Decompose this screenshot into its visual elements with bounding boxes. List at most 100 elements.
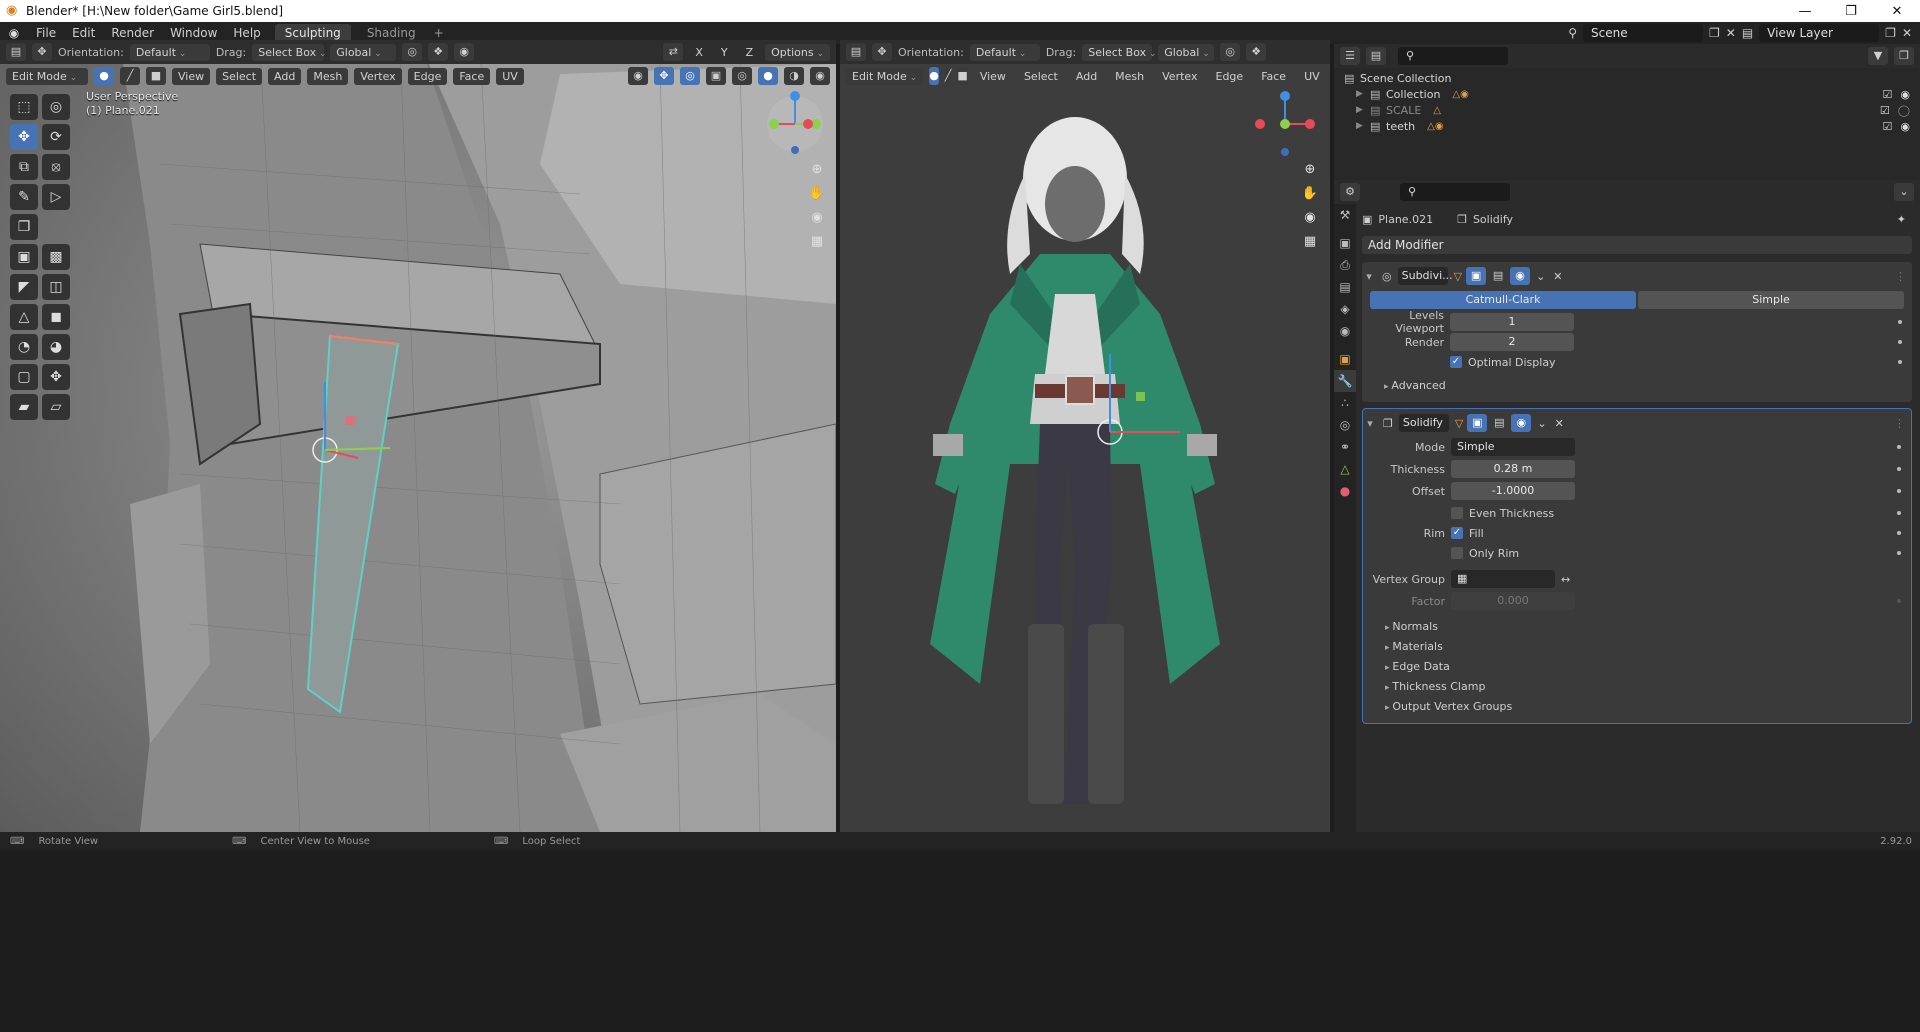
right-transform-orientation-dropdown[interactable]: Global: [1158, 43, 1215, 61]
right-menu-add[interactable]: Add: [1070, 68, 1103, 85]
scene-tab-icon[interactable]: ◈: [1334, 298, 1356, 320]
mirror-z-toggle[interactable]: Z: [740, 44, 760, 61]
move-tool-icon[interactable]: ✥: [10, 124, 38, 150]
close-button[interactable]: ✕: [1874, 4, 1920, 19]
face-select-icon[interactable]: ■: [146, 67, 166, 85]
smooth-tool-icon[interactable]: ◕: [42, 334, 70, 360]
navigation-gizmo[interactable]: [764, 88, 826, 158]
new-collection-icon[interactable]: ❐: [1894, 47, 1914, 65]
show-viewport-icon[interactable]: ▤: [1489, 414, 1510, 432]
physics-tab-icon[interactable]: ◎: [1334, 414, 1356, 436]
right-snap-icon[interactable]: ❖: [1246, 43, 1267, 61]
proportional-edit-icon[interactable]: ◉: [454, 43, 475, 61]
object-tab-icon[interactable]: ▣: [1334, 348, 1356, 370]
shrink-fatten-tool-icon[interactable]: ✥: [42, 364, 70, 390]
thickness-clamp-subpanel[interactable]: Thickness Clamp: [1363, 677, 1911, 697]
maximize-button[interactable]: ❐: [1828, 4, 1874, 19]
xray-toggle-icon[interactable]: ▣: [706, 67, 726, 85]
right-transform-gizmo-icon[interactable]: ✥: [872, 43, 892, 61]
edit-mode-toggle-icon[interactable]: ▽: [1454, 270, 1462, 283]
modifiers-tab-icon[interactable]: 🔧: [1334, 370, 1356, 392]
remove-modifier-icon[interactable]: ✕: [1555, 417, 1564, 430]
transform-gizmo-icon[interactable]: ✥: [32, 43, 52, 61]
outliner-editor-type-icon[interactable]: ☰: [1340, 47, 1360, 65]
blender-menu-icon[interactable]: ◉: [0, 26, 28, 40]
visibility-icon[interactable]: ◉: [628, 67, 648, 85]
offset-field[interactable]: -1.0000: [1451, 482, 1575, 500]
right-mode-dropdown[interactable]: Edit Mode: [846, 67, 924, 85]
expand-arrow-icon[interactable]: ▶: [1356, 89, 1370, 99]
right-navigation-gizmo[interactable]: [1254, 88, 1316, 158]
modifier-menu-icon[interactable]: ⌄: [1536, 270, 1545, 283]
outliner-scene-collection[interactable]: ▤ Scene Collection: [1334, 70, 1920, 86]
show-render-icon[interactable]: ◉: [1511, 414, 1532, 432]
show-render-icon[interactable]: ◉: [1510, 267, 1531, 285]
menu-edit[interactable]: Edit: [64, 26, 103, 40]
vertex-group-field[interactable]: ▦: [1451, 570, 1555, 588]
add-workspace-icon[interactable]: +: [426, 26, 452, 40]
even-thickness-checkbox[interactable]: [1451, 507, 1463, 519]
bevel-tool-icon[interactable]: ◤: [10, 274, 38, 300]
rip-region-tool-icon[interactable]: ▱: [42, 394, 70, 420]
right-menu-vertex[interactable]: Vertex: [1156, 68, 1203, 85]
annotate-tool-icon[interactable]: ✎: [10, 184, 38, 210]
world-tab-icon[interactable]: ◉: [1334, 320, 1356, 342]
subdivision-name-field[interactable]: Subdivi...: [1397, 267, 1453, 285]
data-tab-icon[interactable]: △: [1334, 458, 1356, 480]
keyframe-dot-icon[interactable]: [1897, 511, 1901, 515]
edge-data-subpanel[interactable]: Edge Data: [1363, 657, 1911, 677]
scale-tool-icon[interactable]: ⧉: [10, 154, 38, 180]
spin-tool-icon[interactable]: ◔: [10, 334, 38, 360]
right-orientation-dropdown[interactable]: Default: [969, 43, 1040, 61]
cursor-tool-icon[interactable]: ◎: [42, 94, 70, 120]
levels-viewport-field[interactable]: 1: [1450, 313, 1574, 331]
edge-slide-tool-icon[interactable]: ▢: [10, 364, 38, 390]
properties-search-input[interactable]: ⚲: [1400, 183, 1510, 201]
right-menu-mesh[interactable]: Mesh: [1109, 68, 1150, 85]
visibility-eye-icon[interactable]: ◉: [1900, 120, 1910, 133]
tool-tab-icon[interactable]: ⚒: [1334, 204, 1356, 226]
right-camera-view-icon[interactable]: ◉: [1298, 206, 1322, 230]
inset-tool-icon[interactable]: ▩: [42, 244, 70, 270]
drag-handle-icon[interactable]: ⋮: [1895, 270, 1906, 283]
vertex-select-icon[interactable]: ●: [94, 67, 114, 85]
render-levels-field[interactable]: 2: [1450, 333, 1574, 351]
edge-select-icon[interactable]: ╱: [120, 67, 140, 85]
right-edge-select-icon[interactable]: ╱: [944, 67, 952, 85]
right-ortho-grid-icon[interactable]: ▦: [1298, 230, 1322, 254]
measure-tool-icon[interactable]: ▷: [42, 184, 70, 210]
menu-add[interactable]: Add: [268, 67, 302, 85]
mode-dropdown[interactable]: Edit Mode: [6, 67, 88, 85]
advanced-subpanel[interactable]: Advanced: [1362, 376, 1912, 396]
pin-icon[interactable]: ✦: [1897, 213, 1906, 226]
invert-vertex-group-icon[interactable]: ↔: [1561, 573, 1570, 586]
minimize-button[interactable]: —: [1782, 4, 1828, 19]
drag-handle-icon[interactable]: ⋮: [1894, 417, 1905, 430]
outliner-row-collection[interactable]: ▶ ▤ Collection △◉ ☑ ◉: [1334, 86, 1920, 102]
wireframe-shading-icon[interactable]: ◎: [732, 67, 752, 85]
keyframe-dot-icon[interactable]: [1897, 531, 1901, 535]
orientation-dropdown[interactable]: Default: [129, 43, 210, 61]
collapse-arrow-icon[interactable]: ▾: [1363, 417, 1377, 430]
menu-select[interactable]: Select: [216, 67, 263, 85]
mirror-x-toggle[interactable]: X: [689, 44, 709, 61]
keyframe-dot-icon[interactable]: [1898, 320, 1902, 324]
menu-file[interactable]: File: [28, 26, 64, 40]
menu-face[interactable]: Face: [453, 67, 491, 85]
right-vertex-select-icon[interactable]: ●: [929, 67, 939, 85]
editor-type-icon[interactable]: ▤: [6, 43, 26, 61]
menu-edge[interactable]: Edge: [407, 67, 448, 85]
keyframe-dot-icon[interactable]: [1898, 340, 1902, 344]
keyframe-dot-icon[interactable]: [1897, 445, 1901, 449]
new-view-layer-icon[interactable]: ❐: [1885, 26, 1896, 40]
select-box-tool-icon[interactable]: ⬚: [10, 94, 38, 120]
transform-orientation-dropdown[interactable]: Global: [330, 43, 397, 61]
new-scene-icon[interactable]: ❐: [1709, 26, 1720, 40]
properties-editor-type-icon[interactable]: ⚙: [1340, 183, 1360, 201]
outliner-row-teeth[interactable]: ▶ ▤ teeth △◉ ☑ ◉: [1334, 118, 1920, 134]
menu-vertex[interactable]: Vertex: [354, 67, 402, 85]
right-menu-select[interactable]: Select: [1018, 68, 1064, 85]
keyframe-dot-icon[interactable]: [1897, 467, 1901, 471]
ortho-grid-icon[interactable]: ▦: [805, 230, 829, 254]
render-tab-icon[interactable]: ▣: [1334, 232, 1356, 254]
